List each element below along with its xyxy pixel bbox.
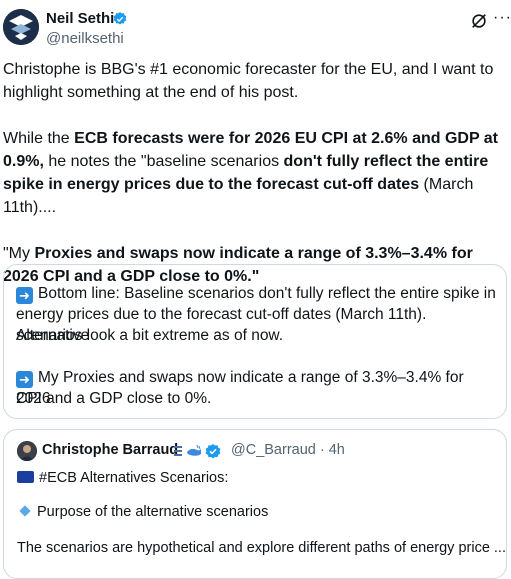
author-avatar[interactable] xyxy=(3,9,39,45)
tweet-paragraph-1: Christophe is BBG's #1 economic forecast… xyxy=(3,61,494,101)
quoted-text: #ECB Alternatives Scenarios: xyxy=(39,470,229,486)
text-span: "My xyxy=(3,245,35,262)
author-badges xyxy=(174,444,221,459)
tweet-header: Neil Sethi @neilksethi ··· xyxy=(0,0,511,56)
text-span: While the xyxy=(3,130,75,147)
right-arrow-icon: ➜ xyxy=(16,287,33,304)
text-span: he notes the "baseline scenarios xyxy=(43,153,284,170)
quoted-line: The scenarios are hypothetical and explo… xyxy=(17,540,506,556)
person-icon xyxy=(17,441,37,461)
quote-line: CPI and a GDP close to 0%. xyxy=(16,390,212,407)
blue-diamond-icon xyxy=(19,505,31,517)
eu-flag-icon xyxy=(17,471,34,483)
quoted-line: Purpose of the alternative scenarios xyxy=(17,502,268,522)
whale-icon xyxy=(187,444,201,456)
quoted-author-avatar[interactable] xyxy=(17,441,37,461)
grok-icon[interactable] xyxy=(470,12,488,30)
quoted-text-card[interactable]: ➜ Bottom line: Baseline scenarios don't f… xyxy=(3,264,507,419)
bar-chart-icon xyxy=(174,446,182,456)
quote-line: scenarios look a bit extreme as of now. xyxy=(16,327,284,344)
quote-line: ➜ Bottom line: Baseline scenarios don't f… xyxy=(16,283,501,304)
quoted-author-name[interactable]: Christophe Barraud xyxy=(42,442,178,458)
quote-text: Bottom line: Baseline scenarios don't fu… xyxy=(38,285,496,302)
quoted-text: Purpose of the alternative scenarios xyxy=(37,504,269,520)
verified-badge-icon xyxy=(205,444,221,459)
quoted-line: #ECB Alternatives Scenarios: xyxy=(17,468,228,488)
right-arrow-icon: ➜ xyxy=(16,371,33,388)
author-handle[interactable]: @neilksethi xyxy=(46,30,124,47)
author-name[interactable]: Neil Sethi xyxy=(46,10,114,27)
verified-badge-icon xyxy=(113,12,127,25)
tweet-paragraph-2: While the ECB forecasts were for 2026 EU… xyxy=(3,127,503,219)
more-options-icon[interactable]: ··· xyxy=(493,9,511,29)
logo-icon xyxy=(3,9,39,45)
quoted-tweet-card[interactable]: Christophe Barraud @C_Barraud · 4h #ECB … xyxy=(3,429,507,579)
quoted-handle-time[interactable]: @C_Barraud · 4h xyxy=(231,442,345,458)
